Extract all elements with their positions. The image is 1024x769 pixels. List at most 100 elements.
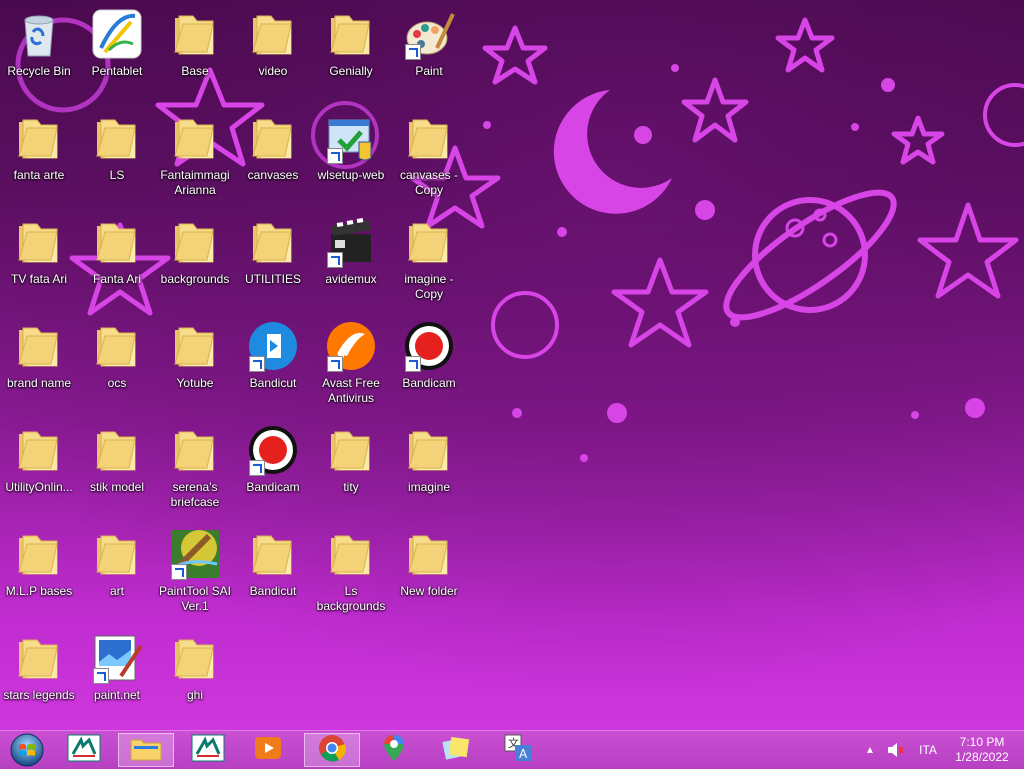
desktop-icon[interactable]: Recycle Bin bbox=[0, 4, 78, 104]
clock-date: 1/28/2022 bbox=[955, 750, 1009, 764]
desktop-icon[interactable]: Fantaimmagi Arianna bbox=[156, 108, 234, 208]
desktop-icon[interactable]: video bbox=[234, 4, 312, 104]
desktop-icon-label: New folder bbox=[400, 584, 458, 598]
desktop-icon-label: Bandicut bbox=[249, 376, 297, 390]
desktop[interactable]: Recycle Bin Pentablet Base video Genially Pai… bbox=[0, 0, 1024, 730]
desktop-icon-label: Base bbox=[181, 64, 209, 78]
chevron-up-icon: ▲ bbox=[865, 744, 875, 756]
desktop-icon[interactable]: brand name bbox=[0, 316, 78, 416]
desktop-icon[interactable]: LS bbox=[78, 108, 156, 208]
folder-icon bbox=[403, 112, 455, 164]
desktop-icon[interactable]: stars legends bbox=[0, 628, 78, 728]
language-indicator[interactable]: ITA bbox=[910, 733, 946, 767]
folder-icon bbox=[13, 528, 65, 580]
taskbar-google-maps-button[interactable] bbox=[366, 733, 422, 767]
folder-icon bbox=[247, 8, 299, 60]
desktop-icon-label: ghi bbox=[186, 688, 203, 702]
desktop-icon[interactable]: Ls backgrounds bbox=[312, 524, 390, 624]
desktop-icon[interactable]: imagine bbox=[390, 420, 468, 520]
desktop-icon[interactable]: wlsetup-web bbox=[312, 108, 390, 208]
taskbar-media-player-button[interactable] bbox=[240, 733, 296, 767]
desktop-icon-label: art bbox=[109, 584, 124, 598]
desktop-icon-label: UTILITIES bbox=[244, 272, 301, 286]
folder-icon bbox=[169, 216, 221, 268]
desktop-icon[interactable]: Bandicut bbox=[234, 316, 312, 416]
desktop-icon-label: Ls backgrounds bbox=[316, 584, 386, 613]
desktop-icon[interactable]: fanta arte bbox=[0, 108, 78, 208]
desktop-icon[interactable]: backgrounds bbox=[156, 212, 234, 312]
start-button[interactable] bbox=[0, 733, 54, 767]
desktop-icon[interactable]: Bandicut bbox=[234, 524, 312, 624]
desktop-icon[interactable]: Avast Free Antivirus bbox=[312, 316, 390, 416]
desktop-icon[interactable]: ocs bbox=[78, 316, 156, 416]
folder-icon bbox=[403, 216, 455, 268]
desktop-icon-label: Avast Free Antivirus bbox=[322, 376, 380, 405]
desktop-icon-label: UtilityOnlin... bbox=[5, 480, 73, 494]
credit-agricole-icon bbox=[67, 734, 101, 767]
desktop-icon[interactable]: Yotube bbox=[156, 316, 234, 416]
desktop-icon[interactable]: Base bbox=[156, 4, 234, 104]
desktop-icon[interactable]: Genially bbox=[312, 4, 390, 104]
folder-icon bbox=[169, 320, 221, 372]
desktop-icon-label: Genially bbox=[329, 64, 373, 78]
shortcut-arrow-icon bbox=[93, 668, 109, 684]
desktop-icon[interactable]: ghi bbox=[156, 628, 234, 728]
shortcut-arrow-icon bbox=[327, 356, 343, 372]
taskbar-chrome-button[interactable] bbox=[304, 733, 360, 767]
folder-icon bbox=[403, 424, 455, 476]
desktop-icon[interactable]: canvases - Copy bbox=[390, 108, 468, 208]
folder-icon bbox=[325, 8, 377, 60]
desktop-icon-label: avidemux bbox=[325, 272, 377, 286]
desktop-icon-label: tity bbox=[343, 480, 359, 494]
desktop-icon-label: Bandicam bbox=[246, 480, 300, 494]
credit-agricole-icon bbox=[191, 734, 225, 767]
desktop-icon[interactable]: New folder bbox=[390, 524, 468, 624]
desktop-icon-label: ocs bbox=[107, 376, 127, 390]
show-hidden-icons-button[interactable]: ▲ bbox=[860, 733, 880, 767]
desktop-icon[interactable]: serena's briefcase bbox=[156, 420, 234, 520]
desktop-icon[interactable]: imagine - Copy bbox=[390, 212, 468, 312]
taskbar-file-explorer-button[interactable] bbox=[118, 733, 174, 767]
folder-icon bbox=[91, 112, 143, 164]
shortcut-arrow-icon bbox=[249, 356, 265, 372]
desktop-icon-label: fanta arte bbox=[13, 168, 65, 182]
desktop-icon[interactable]: canvases bbox=[234, 108, 312, 208]
sticky-notes-icon bbox=[440, 734, 472, 767]
desktop-icon-label: Fanta Ari bbox=[92, 272, 142, 286]
desktop-icon-label: serena's briefcase bbox=[170, 480, 220, 509]
desktop-icon[interactable]: TV fata Ari bbox=[0, 212, 78, 312]
desktop-icon[interactable]: Paint bbox=[390, 4, 468, 104]
desktop-icon[interactable]: art bbox=[78, 524, 156, 624]
taskbar-credit-agricole-button[interactable] bbox=[56, 733, 112, 767]
desktop-icon[interactable]: Pentablet bbox=[78, 4, 156, 104]
desktop-icon[interactable]: UtilityOnlin... bbox=[0, 420, 78, 520]
recycle-bin-icon bbox=[13, 8, 65, 60]
taskbar-sticky-notes-button[interactable] bbox=[428, 733, 484, 767]
translate-icon: 文A bbox=[503, 733, 533, 768]
taskbar-translate-button[interactable]: 文A bbox=[490, 733, 546, 767]
desktop-icon-label: Yotube bbox=[176, 376, 214, 390]
desktop-icon[interactable]: stik model bbox=[78, 420, 156, 520]
desktop-icon[interactable]: tity bbox=[312, 420, 390, 520]
folder-icon bbox=[13, 320, 65, 372]
desktop-icon[interactable]: UTILITIES bbox=[234, 212, 312, 312]
desktop-icon[interactable]: Bandicam bbox=[390, 316, 468, 416]
folder-icon bbox=[247, 216, 299, 268]
shortcut-arrow-icon bbox=[405, 356, 421, 372]
paintnet-icon bbox=[91, 632, 143, 684]
taskbar: 文A ▲ ITA 7:10 PM 1/28/2022 bbox=[0, 730, 1024, 769]
taskbar-credit-agricole-button[interactable] bbox=[180, 733, 236, 767]
desktop-icon-label: Bandicam bbox=[402, 376, 456, 390]
wlsetup-icon bbox=[325, 112, 377, 164]
desktop-icon[interactable]: paint.net bbox=[78, 628, 156, 728]
clock[interactable]: 7:10 PM 1/28/2022 bbox=[950, 733, 1014, 767]
desktop-icon[interactable]: PaintTool SAI Ver.1 bbox=[156, 524, 234, 624]
paint-icon bbox=[403, 8, 455, 60]
desktop-icon[interactable]: avidemux bbox=[312, 212, 390, 312]
desktop-icon[interactable]: M.L.P bases bbox=[0, 524, 78, 624]
desktop-icon[interactable]: Bandicam bbox=[234, 420, 312, 520]
desktop-icon[interactable]: Fanta Ari bbox=[78, 212, 156, 312]
avidemux-icon bbox=[325, 216, 377, 268]
folder-icon bbox=[91, 528, 143, 580]
volume-button[interactable] bbox=[882, 733, 908, 767]
